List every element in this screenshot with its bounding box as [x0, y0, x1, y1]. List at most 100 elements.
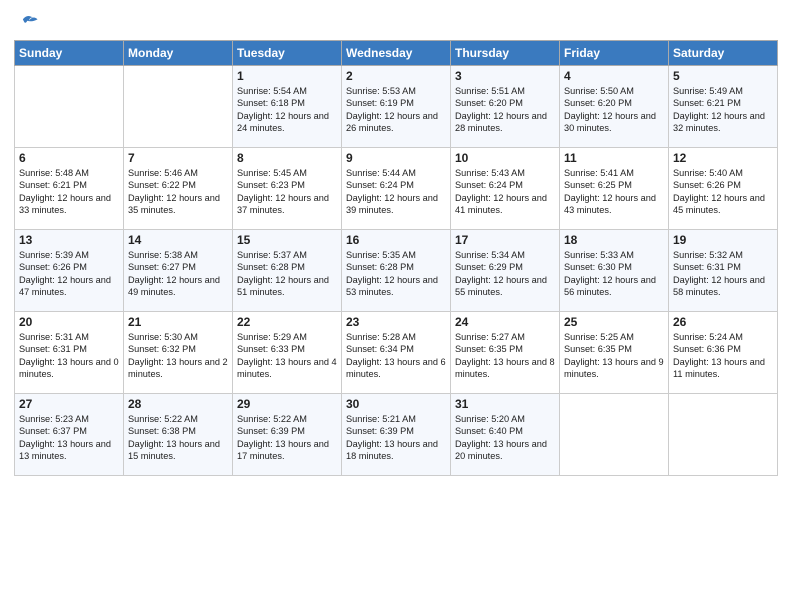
day-number: 3: [455, 69, 555, 83]
cell-sun-text: Sunrise: 5:24 AM Sunset: 6:36 PM Dayligh…: [673, 331, 773, 381]
header: [14, 10, 778, 34]
cell-sun-text: Sunrise: 5:22 AM Sunset: 6:38 PM Dayligh…: [128, 413, 228, 463]
calendar-cell: 25 Sunrise: 5:25 AM Sunset: 6:35 PM Dayli…: [560, 312, 669, 394]
calendar-cell: [15, 66, 124, 148]
calendar-cell: 16 Sunrise: 5:35 AM Sunset: 6:28 PM Dayli…: [342, 230, 451, 312]
day-number: 14: [128, 233, 228, 247]
day-number: 4: [564, 69, 664, 83]
day-number: 12: [673, 151, 773, 165]
day-number: 8: [237, 151, 337, 165]
calendar-cell: 7 Sunrise: 5:46 AM Sunset: 6:22 PM Daylig…: [124, 148, 233, 230]
calendar-cell: 1Sunrise: 5:54 AM Sunset: 6:18 PM Daylig…: [233, 66, 342, 148]
cell-sun-text: Sunrise: 5:21 AM Sunset: 6:39 PM Dayligh…: [346, 413, 446, 463]
day-number: 11: [564, 151, 664, 165]
day-number: 17: [455, 233, 555, 247]
col-header-monday: Monday: [124, 41, 233, 66]
day-number: 7: [128, 151, 228, 165]
cell-sun-text: Sunrise: 5:37 AM Sunset: 6:28 PM Dayligh…: [237, 249, 337, 299]
col-header-friday: Friday: [560, 41, 669, 66]
calendar-cell: 19 Sunrise: 5:32 AM Sunset: 6:31 PM Dayli…: [669, 230, 778, 312]
calendar-cell: 10Sunrise: 5:43 AM Sunset: 6:24 PM Dayli…: [451, 148, 560, 230]
day-number: 21: [128, 315, 228, 329]
calendar-cell: 18 Sunrise: 5:33 AM Sunset: 6:30 PM Dayli…: [560, 230, 669, 312]
col-header-sunday: Sunday: [15, 41, 124, 66]
calendar-cell: 17 Sunrise: 5:34 AM Sunset: 6:29 PM Dayli…: [451, 230, 560, 312]
cell-sun-text: Sunrise: 5:29 AM Sunset: 6:33 PM Dayligh…: [237, 331, 337, 381]
cell-sun-text: Sunrise: 5:22 AM Sunset: 6:39 PM Dayligh…: [237, 413, 337, 463]
cell-sun-text: Sunrise: 5:34 AM Sunset: 6:29 PM Dayligh…: [455, 249, 555, 299]
calendar-cell: 11 Sunrise: 5:41 AM Sunset: 6:25 PM Dayli…: [560, 148, 669, 230]
calendar-cell: 4 Sunrise: 5:50 AM Sunset: 6:20 PM Daylig…: [560, 66, 669, 148]
cell-sun-text: Sunrise: 5:27 AM Sunset: 6:35 PM Dayligh…: [455, 331, 555, 381]
day-number: 10: [455, 151, 555, 165]
calendar-cell: 3Sunrise: 5:51 AM Sunset: 6:20 PM Daylig…: [451, 66, 560, 148]
calendar-cell: [669, 394, 778, 476]
page: SundayMondayTuesdayWednesdayThursdayFrid…: [0, 0, 792, 612]
cell-sun-text: Sunrise: 5:33 AM Sunset: 6:30 PM Dayligh…: [564, 249, 664, 299]
day-number: 15: [237, 233, 337, 247]
calendar-cell: 31Sunrise: 5:20 AM Sunset: 6:40 PM Dayli…: [451, 394, 560, 476]
cell-sun-text: Sunrise: 5:20 AM Sunset: 6:40 PM Dayligh…: [455, 413, 555, 463]
calendar-cell: 26Sunrise: 5:24 AM Sunset: 6:36 PM Dayli…: [669, 312, 778, 394]
calendar-week-row: 20 Sunrise: 5:31 AM Sunset: 6:31 PM Dayli…: [15, 312, 778, 394]
day-number: 29: [237, 397, 337, 411]
calendar-cell: 8 Sunrise: 5:45 AM Sunset: 6:23 PM Daylig…: [233, 148, 342, 230]
calendar-cell: 9 Sunrise: 5:44 AM Sunset: 6:24 PM Daylig…: [342, 148, 451, 230]
cell-sun-text: Sunrise: 5:39 AM Sunset: 6:26 PM Dayligh…: [19, 249, 119, 299]
calendar-cell: 15 Sunrise: 5:37 AM Sunset: 6:28 PM Dayli…: [233, 230, 342, 312]
cell-sun-text: Sunrise: 5:49 AM Sunset: 6:21 PM Dayligh…: [673, 85, 773, 135]
cell-sun-text: Sunrise: 5:53 AM Sunset: 6:19 PM Dayligh…: [346, 85, 446, 135]
cell-sun-text: Sunrise: 5:48 AM Sunset: 6:21 PM Dayligh…: [19, 167, 119, 217]
cell-sun-text: Sunrise: 5:30 AM Sunset: 6:32 PM Dayligh…: [128, 331, 228, 381]
cell-sun-text: Sunrise: 5:41 AM Sunset: 6:25 PM Dayligh…: [564, 167, 664, 217]
calendar-week-row: 27Sunrise: 5:23 AM Sunset: 6:37 PM Dayli…: [15, 394, 778, 476]
cell-sun-text: Sunrise: 5:46 AM Sunset: 6:22 PM Dayligh…: [128, 167, 228, 217]
day-number: 25: [564, 315, 664, 329]
cell-sun-text: Sunrise: 5:45 AM Sunset: 6:23 PM Dayligh…: [237, 167, 337, 217]
calendar-cell: [560, 394, 669, 476]
day-number: 6: [19, 151, 119, 165]
calendar-table: SundayMondayTuesdayWednesdayThursdayFrid…: [14, 40, 778, 476]
cell-sun-text: Sunrise: 5:44 AM Sunset: 6:24 PM Dayligh…: [346, 167, 446, 217]
calendar-cell: 23Sunrise: 5:28 AM Sunset: 6:34 PM Dayli…: [342, 312, 451, 394]
calendar-cell: 29 Sunrise: 5:22 AM Sunset: 6:39 PM Dayli…: [233, 394, 342, 476]
calendar-cell: 28Sunrise: 5:22 AM Sunset: 6:38 PM Dayli…: [124, 394, 233, 476]
col-header-tuesday: Tuesday: [233, 41, 342, 66]
day-number: 24: [455, 315, 555, 329]
cell-sun-text: Sunrise: 5:40 AM Sunset: 6:26 PM Dayligh…: [673, 167, 773, 217]
day-number: 13: [19, 233, 119, 247]
day-number: 2: [346, 69, 446, 83]
calendar-cell: 2 Sunrise: 5:53 AM Sunset: 6:19 PM Daylig…: [342, 66, 451, 148]
cell-sun-text: Sunrise: 5:32 AM Sunset: 6:31 PM Dayligh…: [673, 249, 773, 299]
day-number: 22: [237, 315, 337, 329]
calendar-week-row: 13 Sunrise: 5:39 AM Sunset: 6:26 PM Dayli…: [15, 230, 778, 312]
cell-sun-text: Sunrise: 5:23 AM Sunset: 6:37 PM Dayligh…: [19, 413, 119, 463]
calendar-cell: 21 Sunrise: 5:30 AM Sunset: 6:32 PM Dayli…: [124, 312, 233, 394]
calendar-cell: 30 Sunrise: 5:21 AM Sunset: 6:39 PM Dayli…: [342, 394, 451, 476]
col-header-saturday: Saturday: [669, 41, 778, 66]
day-number: 18: [564, 233, 664, 247]
cell-sun-text: Sunrise: 5:38 AM Sunset: 6:27 PM Dayligh…: [128, 249, 228, 299]
cell-sun-text: Sunrise: 5:28 AM Sunset: 6:34 PM Dayligh…: [346, 331, 446, 381]
cell-sun-text: Sunrise: 5:25 AM Sunset: 6:35 PM Dayligh…: [564, 331, 664, 381]
col-header-thursday: Thursday: [451, 41, 560, 66]
day-number: 20: [19, 315, 119, 329]
calendar-cell: 22 Sunrise: 5:29 AM Sunset: 6:33 PM Dayli…: [233, 312, 342, 394]
cell-sun-text: Sunrise: 5:50 AM Sunset: 6:20 PM Dayligh…: [564, 85, 664, 135]
cell-sun-text: Sunrise: 5:35 AM Sunset: 6:28 PM Dayligh…: [346, 249, 446, 299]
day-number: 19: [673, 233, 773, 247]
calendar-cell: 20 Sunrise: 5:31 AM Sunset: 6:31 PM Dayli…: [15, 312, 124, 394]
cell-sun-text: Sunrise: 5:54 AM Sunset: 6:18 PM Dayligh…: [237, 85, 337, 135]
calendar-cell: [124, 66, 233, 148]
day-number: 16: [346, 233, 446, 247]
col-header-wednesday: Wednesday: [342, 41, 451, 66]
day-number: 9: [346, 151, 446, 165]
calendar-cell: 14 Sunrise: 5:38 AM Sunset: 6:27 PM Dayli…: [124, 230, 233, 312]
day-number: 30: [346, 397, 446, 411]
logo: [14, 14, 39, 34]
calendar-week-row: 1Sunrise: 5:54 AM Sunset: 6:18 PM Daylig…: [15, 66, 778, 148]
logo-bird-icon: [17, 12, 39, 34]
cell-sun-text: Sunrise: 5:31 AM Sunset: 6:31 PM Dayligh…: [19, 331, 119, 381]
calendar-cell: 12 Sunrise: 5:40 AM Sunset: 6:26 PM Dayli…: [669, 148, 778, 230]
day-number: 5: [673, 69, 773, 83]
